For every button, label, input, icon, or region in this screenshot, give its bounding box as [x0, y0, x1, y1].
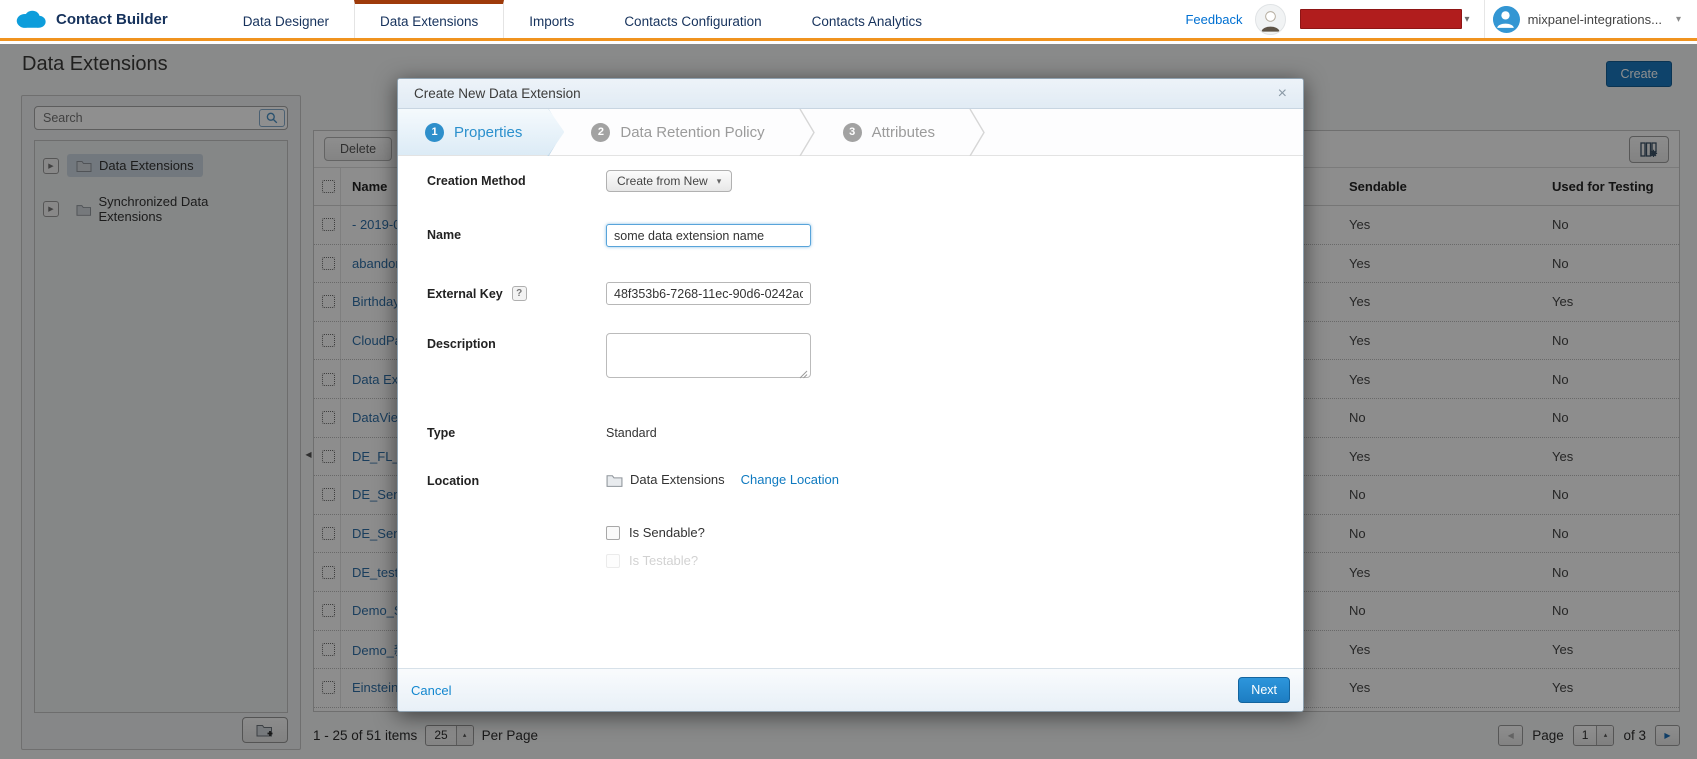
salesforce-cloud-icon — [14, 8, 47, 30]
name-input[interactable] — [606, 224, 811, 247]
creation-method-dropdown[interactable]: Create from New ▾ — [606, 170, 732, 192]
nav-tab[interactable]: Contacts Configuration — [599, 0, 786, 38]
step-label: Attributes — [872, 124, 935, 141]
app-title: Contact Builder — [56, 11, 168, 28]
modal-title: Create New Data Extension — [414, 86, 581, 101]
cancel-link[interactable]: Cancel — [411, 683, 451, 698]
modal-header: Create New Data Extension × — [398, 79, 1303, 109]
creation-method-field: Creation Method Create from New ▾ — [427, 170, 1303, 192]
description-label: Description — [427, 333, 606, 351]
is-testable-label: Is Testable? — [629, 553, 698, 568]
person-icon — [1493, 6, 1518, 31]
external-key-field: External Key ? — [427, 282, 1303, 305]
change-location-link[interactable]: Change Location — [741, 472, 839, 487]
einstein-icon — [1256, 5, 1285, 34]
type-field: Type Standard — [427, 422, 1303, 440]
is-testable-checkbox — [606, 554, 620, 568]
close-icon[interactable]: × — [1278, 86, 1287, 102]
nav-tabs: Data Designer Data Extensions Imports Co… — [218, 0, 947, 38]
is-sendable-checkbox[interactable] — [606, 526, 620, 540]
location-field: Location Data Extensions Change Location — [427, 470, 1303, 488]
is-sendable-row: Is Sendable? — [606, 525, 1303, 540]
nav-tab[interactable]: Contacts Analytics — [787, 0, 947, 38]
is-testable-row: Is Testable? — [606, 553, 1303, 568]
step-chevron-icon — [969, 109, 986, 156]
step-number-badge: 1 — [425, 123, 444, 142]
divider — [1484, 0, 1485, 38]
step-chevron-icon — [799, 109, 816, 156]
creation-method-label: Creation Method — [427, 170, 606, 188]
step-number-badge: 3 — [843, 123, 862, 142]
external-key-input[interactable] — [606, 282, 811, 305]
nav-tab[interactable]: Data Designer — [218, 0, 354, 38]
chevron-down-icon[interactable]: ▾ — [1676, 14, 1681, 25]
nav-tab[interactable]: Data Extensions — [354, 0, 504, 38]
external-key-label: External Key — [427, 287, 503, 301]
user-avatar[interactable] — [1493, 6, 1520, 33]
type-value: Standard — [606, 422, 657, 440]
is-sendable-label: Is Sendable? — [629, 525, 705, 540]
type-label: Type — [427, 422, 606, 440]
einstein-avatar[interactable] — [1255, 4, 1286, 35]
folder-icon — [606, 473, 623, 487]
modal-footer: Cancel Next — [398, 668, 1303, 711]
wizard-steps: 1 Properties 2 Data Retention Policy — [398, 109, 1303, 156]
nav-tab[interactable]: Imports — [504, 0, 599, 38]
location-label: Location — [427, 470, 606, 488]
description-field: Description — [427, 333, 1303, 383]
description-textarea[interactable] — [606, 333, 811, 378]
page-content: Data Extensions Create ▶ — [0, 44, 1697, 759]
feedback-link[interactable]: Feedback — [1185, 12, 1242, 27]
app-brand[interactable]: Contact Builder — [0, 0, 190, 38]
next-button[interactable]: Next — [1238, 677, 1290, 703]
chevron-down-icon: ▾ — [1465, 14, 1470, 25]
create-data-extension-modal: Create New Data Extension × 1 Properties — [397, 78, 1304, 712]
wizard-step[interactable]: 2 Data Retention Policy — [564, 109, 798, 155]
location-value: Data Extensions — [630, 472, 725, 487]
top-nav: Contact Builder Data Designer Data Exten… — [0, 0, 1697, 41]
wizard-step[interactable]: 1 Properties — [398, 109, 564, 155]
account-menu[interactable]: mixpanel-integrations... — [1528, 12, 1662, 27]
step-label: Properties — [454, 124, 522, 141]
chevron-down-icon: ▾ — [717, 176, 722, 187]
redacted-account-selector[interactable] — [1300, 9, 1462, 29]
modal-body: Creation Method Create from New ▾ Name E… — [398, 156, 1303, 668]
name-label: Name — [427, 224, 606, 242]
help-icon[interactable]: ? — [512, 286, 527, 301]
wizard-step[interactable]: 3 Attributes — [816, 109, 969, 155]
step-number-badge: 2 — [591, 123, 610, 142]
nav-right: Feedback ▾ mixpanel-integrations... ▾ — [1185, 0, 1697, 38]
step-label: Data Retention Policy — [620, 124, 764, 141]
name-field: Name — [427, 224, 1303, 247]
